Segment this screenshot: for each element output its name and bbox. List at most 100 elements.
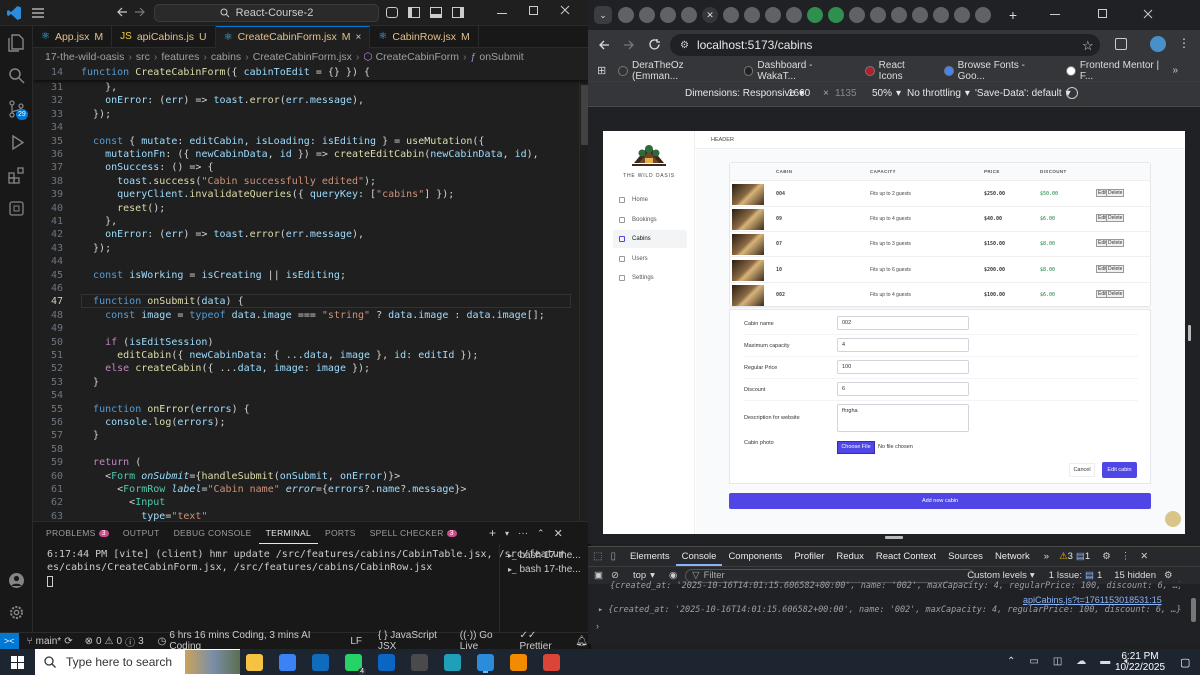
close-icon[interactable]: × xyxy=(356,32,362,43)
devtools-tab[interactable]: React Context xyxy=(870,547,942,566)
devtools-tab[interactable]: Profiler xyxy=(788,547,830,566)
vlc-icon[interactable] xyxy=(510,654,527,671)
edge-icon[interactable] xyxy=(444,654,461,671)
choose-file-button[interactable]: Choose File xyxy=(837,441,875,454)
form-input[interactable]: 4 xyxy=(837,338,969,352)
tray-chevron-icon[interactable]: ⌃ xyxy=(1007,656,1015,667)
breadcrumb-item[interactable]: src xyxy=(136,51,150,63)
new-terminal-icon[interactable]: + xyxy=(489,526,496,540)
tab-circle-icon[interactable] xyxy=(933,7,949,23)
close-icon[interactable] xyxy=(560,5,570,15)
editor-tab[interactable]: ⚛ CreateCabinForm.jsx M × xyxy=(215,25,371,48)
accounts-icon[interactable] xyxy=(8,572,25,589)
tab-bolt-icon[interactable] xyxy=(807,7,823,23)
save-data-select[interactable]: 'Save-Data': default ▾ xyxy=(975,88,1071,99)
panel-tab[interactable]: OUTPUT xyxy=(116,522,167,544)
add-cabin-button[interactable]: Add new cabin xyxy=(729,493,1151,509)
resize-handle-bottom[interactable] xyxy=(885,536,903,539)
terminal-session-item[interactable]: ▸_ bash 17-the... xyxy=(500,562,588,576)
tab-github-icon[interactable] xyxy=(786,7,802,23)
onedrive-icon[interactable]: ☁ xyxy=(1076,656,1086,667)
devtools-settings-icon[interactable]: ⚙ xyxy=(1102,551,1111,562)
terminal-output[interactable]: 6:17:44 PM [vite] (client) hmr update /s… xyxy=(47,548,565,587)
minimize-icon[interactable] xyxy=(1050,14,1060,15)
zoom-select[interactable]: 50% ▾ xyxy=(872,88,901,99)
tab-chrome-icon[interactable] xyxy=(975,7,991,23)
sidebar-toggle-icon[interactable] xyxy=(408,7,420,18)
sidebar-toggle-icon[interactable]: ▣ xyxy=(594,570,603,581)
file-explorer-icon[interactable] xyxy=(246,654,263,671)
bookmark-item[interactable]: Browse Fonts - Goo... xyxy=(943,60,1052,82)
breadcrumb-item[interactable]: CreateCabinForm.jsx xyxy=(253,51,352,63)
nav-item[interactable]: Home xyxy=(613,191,687,209)
profile-avatar[interactable] xyxy=(1150,36,1166,52)
editor-tab[interactable]: JS apiCabins.js U xyxy=(112,25,216,48)
nav-item[interactable]: Cabins xyxy=(613,230,687,249)
tab-vue-icon[interactable] xyxy=(660,7,676,23)
extensions-icon[interactable] xyxy=(8,167,25,184)
forward-arrow-icon[interactable] xyxy=(134,6,146,18)
devtools-tab[interactable]: Network xyxy=(989,547,1036,566)
log-source-link[interactable]: apiCabins.js?t=1761153018531:15 xyxy=(1023,595,1162,605)
delete-button[interactable]: Delete xyxy=(1106,264,1125,273)
editor-tab[interactable]: ⚛ App.jsx M xyxy=(33,25,113,48)
height-input[interactable]: 1135 xyxy=(835,88,857,99)
notification-center-icon[interactable]: ▢ xyxy=(1180,656,1190,669)
nav-item[interactable]: Bookings xyxy=(613,211,687,229)
clock[interactable]: 6:21 PM 10/22/2025 xyxy=(1110,651,1170,673)
chevron-down-icon[interactable]: ▾ xyxy=(505,529,509,538)
explorer-icon[interactable] xyxy=(8,34,25,52)
delete-button[interactable]: Delete xyxy=(1106,239,1125,248)
branch-status[interactable]: ⑂ main* ⟳ xyxy=(27,636,73,647)
breadcrumb-item[interactable]: cabins xyxy=(211,51,241,63)
windows-start-icon[interactable] xyxy=(11,656,24,669)
devtools-tab[interactable]: Elements xyxy=(624,547,676,566)
levels-select[interactable]: Custom levels ▾ xyxy=(967,570,1034,581)
bookmark-star-icon[interactable]: ☆ xyxy=(1082,38,1094,54)
console-log-partial[interactable]: {created_at: '2025-10-16T14:01:15.606582… xyxy=(610,581,1180,591)
console-log-entry[interactable]: ▸ {created_at: '2025-10-16T14:01:15.6065… xyxy=(598,605,1183,615)
devtools-more-icon[interactable]: ⋮ xyxy=(1121,551,1131,562)
tab-circle-icon[interactable] xyxy=(954,7,970,23)
vscode-icon[interactable] xyxy=(477,654,494,671)
linkedin-icon[interactable] xyxy=(378,654,395,671)
delete-button[interactable]: Delete xyxy=(1106,289,1125,298)
panel-tab[interactable]: DEBUG CONSOLE xyxy=(167,522,259,544)
throttle-select[interactable]: No throttling ▾ xyxy=(907,88,970,99)
tab-circle-icon[interactable] xyxy=(870,7,886,23)
chrome-icon[interactable] xyxy=(543,654,560,671)
cancel-button[interactable]: Cancel xyxy=(1069,463,1095,477)
close-devtools-icon[interactable]: ✕ xyxy=(1140,551,1148,562)
issues-button[interactable]: 1 Issue: ▤ 1 xyxy=(1049,570,1103,581)
console-prompt-icon[interactable]: › xyxy=(596,621,599,631)
form-input[interactable]: 6 xyxy=(837,382,969,396)
taskbar-search[interactable]: Type here to search xyxy=(35,649,240,675)
network-icon[interactable]: ▭ xyxy=(1029,656,1038,667)
remote-explorer-icon[interactable] xyxy=(8,200,25,217)
react-query-devtools-icon[interactable] xyxy=(1165,511,1181,527)
command-center-search[interactable]: React-Course-2 xyxy=(154,4,379,22)
tab-circle-icon[interactable] xyxy=(912,7,928,23)
tab-vue-icon[interactable] xyxy=(723,7,739,23)
terminal-session-item[interactable]: ▸_ bash 17-the... xyxy=(500,548,588,562)
tab-github-icon[interactable] xyxy=(618,7,634,23)
run-debug-icon[interactable] xyxy=(8,134,25,151)
console-output[interactable]: {created_at: '2025-10-16T14:01:15.606582… xyxy=(588,581,1200,644)
panel-tab[interactable]: SPELL CHECKER 3 xyxy=(363,522,464,544)
search-icon[interactable] xyxy=(8,67,25,84)
tab-stack-icon[interactable] xyxy=(639,7,655,23)
menu-icon[interactable] xyxy=(31,6,45,20)
more-tabs-icon[interactable]: » xyxy=(1044,551,1049,562)
git-icon[interactable] xyxy=(411,654,428,671)
console-settings-icon[interactable]: ⚙ xyxy=(1164,570,1173,581)
editor-scrollbar[interactable] xyxy=(579,65,588,521)
bookmark-item[interactable]: Frontend Mentor | F... xyxy=(1066,60,1172,82)
bookmark-item[interactable]: React Icons xyxy=(864,60,930,82)
form-input[interactable]: 002 xyxy=(837,316,969,330)
more-bookmarks-icon[interactable]: » xyxy=(1172,65,1178,76)
tab-gear-icon[interactable] xyxy=(744,7,760,23)
tab-github-icon[interactable] xyxy=(765,7,781,23)
eol-status[interactable]: LF xyxy=(350,636,362,647)
width-input[interactable]: 1660 xyxy=(788,88,810,99)
maximize-icon[interactable] xyxy=(529,5,538,15)
